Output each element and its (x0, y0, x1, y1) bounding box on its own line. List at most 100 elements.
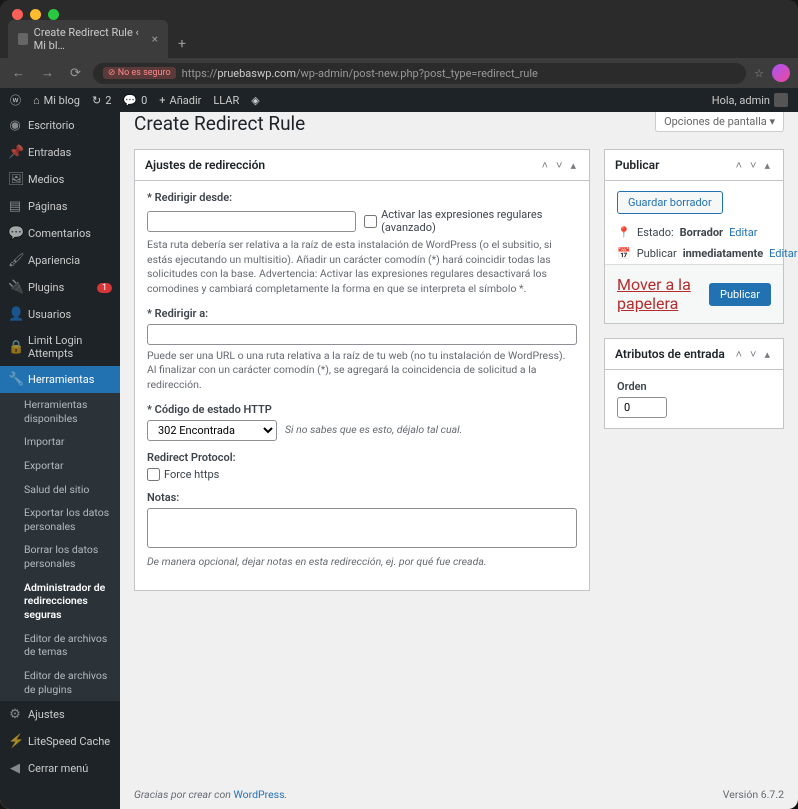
bolt-icon: ⚡ (8, 734, 22, 749)
plugin-update-badge: 1 (97, 283, 112, 293)
publish-box: Publicar ˄ ˅ ▴ Guardar borrador 📍 (604, 149, 784, 324)
menu-appearance[interactable]: 🖌Apariencia (0, 247, 120, 274)
status-value: Borrador (680, 226, 723, 239)
schedule-value: inmediatamente (683, 247, 763, 260)
reload-icon[interactable]: ⟳ (66, 66, 85, 81)
move-down-icon[interactable]: ˅ (747, 348, 759, 361)
browser-tabs: Create Redirect Rule ‹ Mi bl… × + (0, 28, 798, 58)
status-code-select[interactable]: 302 Encontrada (147, 420, 277, 441)
comments-link[interactable]: 💬 0 (123, 94, 147, 107)
tools-submenu: Herramientas disponibles Importar Export… (0, 393, 120, 701)
publish-title: Publicar (615, 158, 733, 172)
menu-litespeed[interactable]: ⚡LiteSpeed Cache (0, 728, 120, 755)
attributes-title: Atributos de entrada (615, 347, 733, 361)
browser-tab[interactable]: Create Redirect Rule ‹ Mi bl… × (8, 20, 168, 58)
enable-regex-checkbox[interactable] (364, 215, 377, 228)
url-text: https://pruebaswp.com/wp-admin/post-new.… (182, 67, 538, 80)
wp-logo-icon[interactable]: ⓦ (10, 92, 21, 108)
move-up-icon[interactable]: ˄ (733, 348, 745, 361)
wp-admin-bar: ⓦ ⌂ Mi blog ↻ 2 💬 0 + Añadir LLAR ◈ Hola… (0, 88, 798, 112)
move-up-icon[interactable]: ˄ (733, 159, 745, 172)
move-down-icon[interactable]: ˅ (553, 159, 565, 172)
plug-icon: 🔌 (8, 280, 22, 295)
tab-title: Create Redirect Rule ‹ Mi bl… (34, 26, 146, 52)
protocol-label: Redirect Protocol: (147, 451, 577, 464)
menu-tools[interactable]: 🔧Herramientas (0, 366, 120, 393)
media-icon: 🖼 (8, 172, 22, 187)
wrench-icon: 🔧 (8, 372, 22, 387)
submenu-redirect-admin[interactable]: Administrador de redirecciones seguras (0, 576, 120, 627)
back-icon[interactable]: ← (8, 65, 29, 81)
pin-icon: 📌 (8, 145, 22, 160)
address-bar[interactable]: ⊘ No es seguro https://pruebaswp.com/wp-… (93, 63, 746, 84)
redirect-to-input[interactable] (147, 324, 577, 345)
submenu-available[interactable]: Herramientas disponibles (0, 393, 120, 430)
diamond-icon[interactable]: ◈ (251, 94, 259, 107)
submenu-erase-personal[interactable]: Borrar los datos personales (0, 538, 120, 575)
redirect-from-input[interactable] (147, 211, 356, 232)
bookmark-icon[interactable]: ☆ (754, 67, 764, 80)
version-text: Versión 6.7.2 (723, 788, 784, 801)
browser-toolbar: ← → ⟳ ⊘ No es seguro https://pruebaswp.c… (0, 58, 798, 88)
menu-lla[interactable]: 🔒Limit Login Attempts (0, 328, 120, 366)
force-https-checkbox[interactable] (147, 468, 160, 481)
order-input[interactable] (617, 397, 667, 418)
notes-label: Notas: (147, 491, 577, 504)
save-draft-button[interactable]: Guardar borrador (617, 191, 723, 214)
admin-sidebar: ◉Escritorio 📌Entradas 🖼Medios ▤Páginas 💬… (0, 88, 120, 809)
menu-pages[interactable]: ▤Páginas (0, 193, 120, 220)
minimize-window-button[interactable] (30, 9, 41, 20)
status-label: Estado: (637, 226, 674, 239)
edit-schedule-link[interactable]: Editar (769, 247, 797, 260)
maximize-window-button[interactable] (48, 9, 59, 20)
force-https-label: Force https (164, 468, 219, 481)
key-icon: 📍 (617, 226, 631, 239)
submenu-export[interactable]: Exportar (0, 454, 120, 478)
close-tab-icon[interactable]: × (152, 32, 158, 46)
edit-status-link[interactable]: Editar (729, 226, 757, 239)
sliders-icon: ⚙ (8, 707, 22, 722)
status-help-text: Si no sabes que es esto, déjalo tal cual… (285, 423, 462, 438)
forward-icon[interactable]: → (37, 65, 58, 81)
llar-link[interactable]: LLAR (213, 94, 239, 107)
close-window-button[interactable] (12, 9, 23, 20)
submenu-health[interactable]: Salud del sitio (0, 478, 120, 502)
menu-users[interactable]: 👤Usuarios (0, 301, 120, 328)
dashboard-icon: ◉ (8, 118, 22, 133)
submenu-theme-editor[interactable]: Editor de archivos de temas (0, 627, 120, 664)
toggle-panel-icon[interactable]: ▴ (761, 348, 773, 361)
menu-comments[interactable]: 💬Comentarios (0, 220, 120, 247)
menu-media[interactable]: 🖼Medios (0, 166, 120, 193)
schedule-label: Publicar (637, 247, 677, 260)
notes-textarea[interactable] (147, 508, 577, 548)
updates-link[interactable]: ↻ 2 (92, 94, 111, 107)
new-tab-button[interactable]: + (168, 30, 196, 58)
lock-icon: 🔒 (8, 340, 22, 355)
publish-button[interactable]: Publicar (709, 283, 771, 306)
collapse-icon: ◀ (8, 761, 22, 776)
add-new-link[interactable]: + Añadir (159, 94, 201, 107)
enable-regex-label: Activar las expresiones regulares (avanz… (381, 208, 577, 234)
main-content: Opciones de pantalla ▾ Create Redirect R… (120, 88, 798, 809)
site-name-link[interactable]: ⌂ Mi blog (33, 94, 80, 107)
move-down-icon[interactable]: ˅ (747, 159, 759, 172)
profile-avatar[interactable] (772, 64, 790, 82)
to-help-text: Puede ser una URL o una ruta relativa a … (147, 349, 577, 393)
toggle-panel-icon[interactable]: ▴ (761, 159, 773, 172)
wordpress-link[interactable]: WordPress (233, 788, 284, 801)
howdy-link[interactable]: Hola, admin (712, 93, 788, 107)
move-to-trash-link[interactable]: Mover a la papelera (617, 275, 709, 313)
toggle-panel-icon[interactable]: ▴ (567, 159, 579, 172)
submenu-import[interactable]: Importar (0, 430, 120, 454)
menu-posts[interactable]: 📌Entradas (0, 139, 120, 166)
menu-plugins[interactable]: 🔌Plugins1 (0, 274, 120, 301)
move-up-icon[interactable]: ˄ (539, 159, 551, 172)
menu-dashboard[interactable]: ◉Escritorio (0, 112, 120, 139)
menu-settings[interactable]: ⚙Ajustes (0, 701, 120, 728)
attributes-box: Atributos de entrada ˄ ˅ ▴ Orden (604, 338, 784, 429)
submenu-plugin-editor[interactable]: Editor de archivos de plugins (0, 664, 120, 701)
submenu-export-personal[interactable]: Exportar los datos personales (0, 501, 120, 538)
menu-collapse[interactable]: ◀Cerrar menú (0, 755, 120, 782)
screen-options-toggle[interactable]: Opciones de pantalla ▾ (655, 112, 784, 132)
redirect-to-label: * Redirigir a: (147, 307, 577, 320)
